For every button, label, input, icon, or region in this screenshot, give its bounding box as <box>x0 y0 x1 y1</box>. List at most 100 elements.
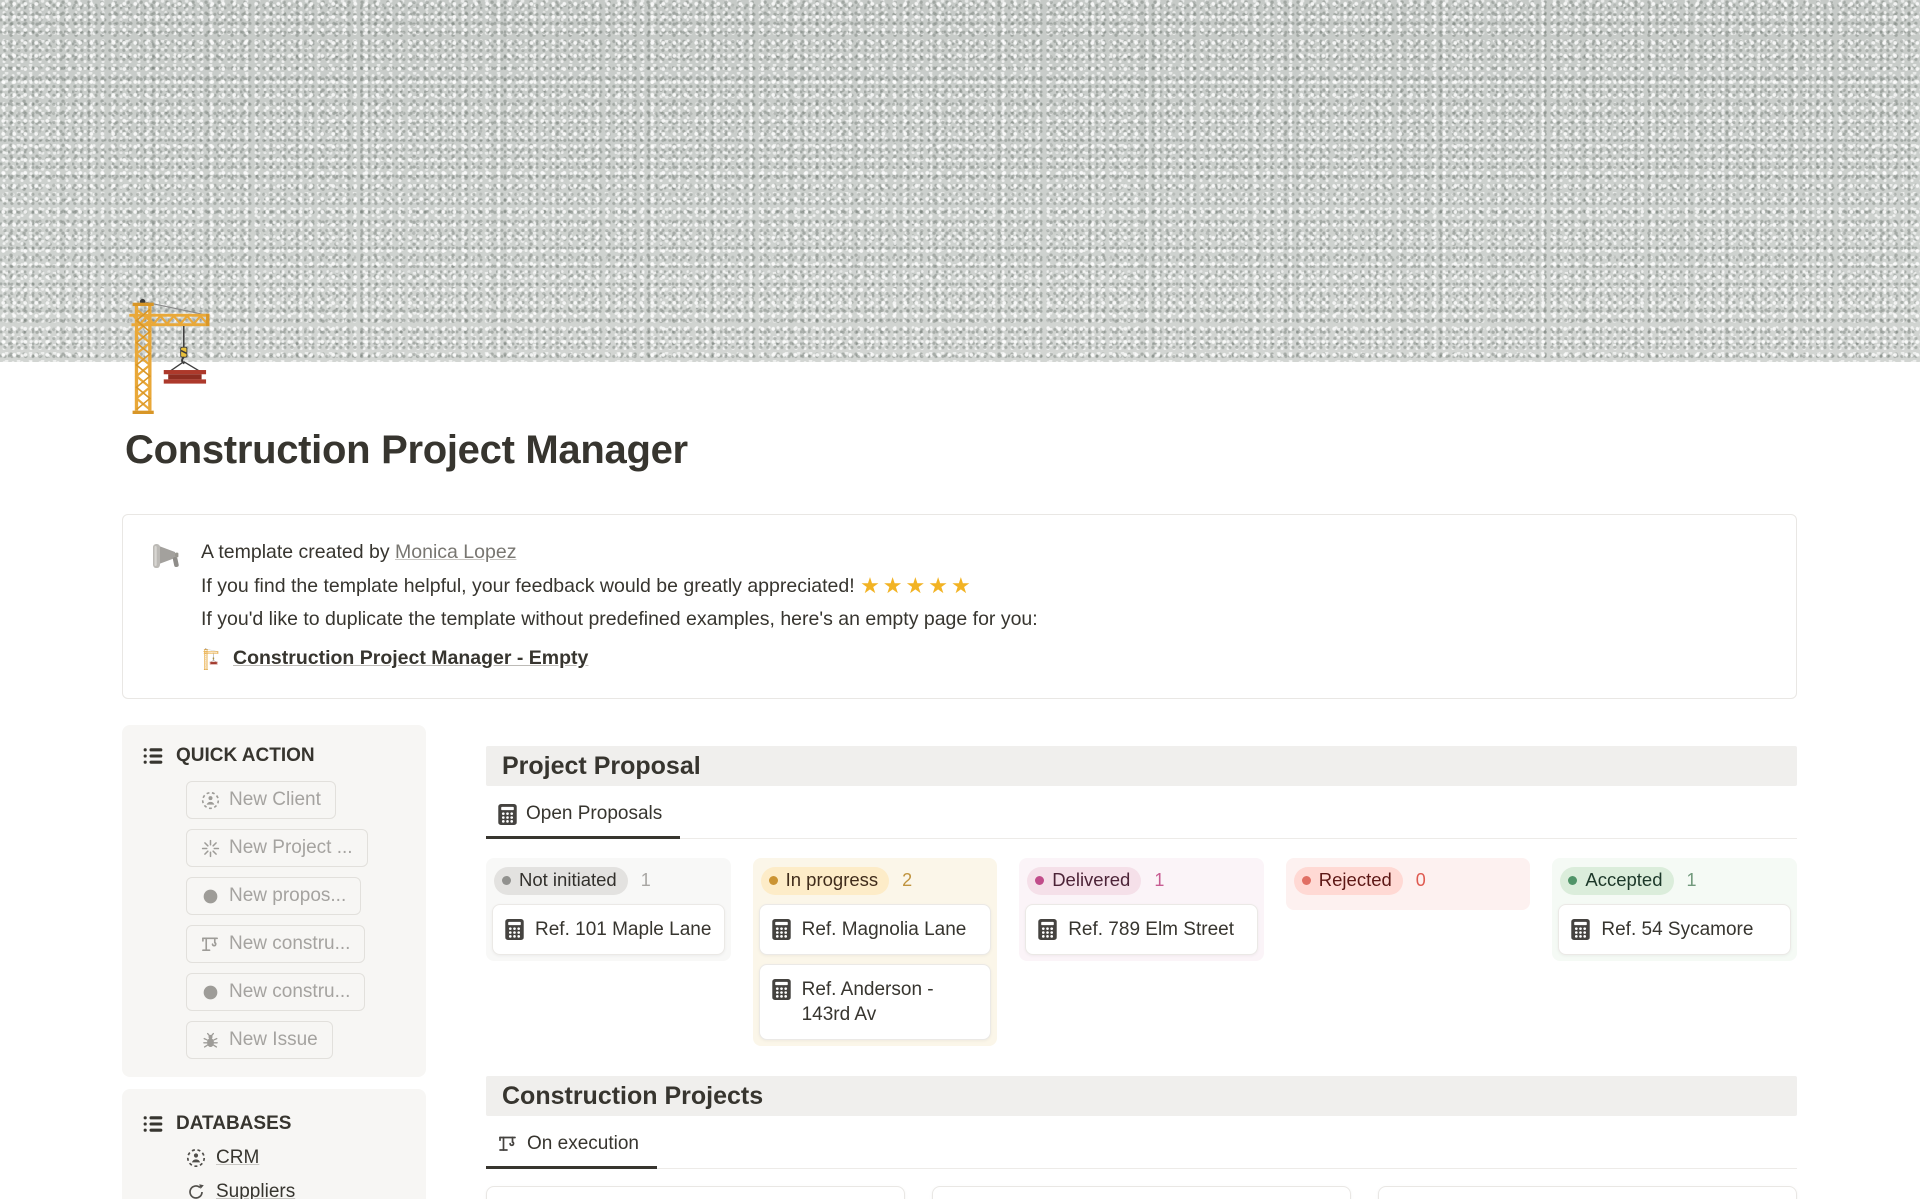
burst-icon <box>201 839 220 858</box>
column-header[interactable]: Not initiated 1 <box>492 864 725 904</box>
quick-action-header: QUICK ACTION <box>142 745 416 767</box>
button-label: New Project ... <box>229 836 353 860</box>
refresh-icon <box>186 1182 206 1199</box>
databases-header: DATABASES <box>142 1113 416 1135</box>
tab-open-proposals[interactable]: Open Proposals <box>486 794 680 839</box>
status-dot-icon <box>769 876 778 885</box>
column-count: 0 <box>1416 870 1426 891</box>
status-label: Delivered <box>1052 871 1130 890</box>
project-card-partial[interactable] <box>486 1186 905 1199</box>
main-content: Project Proposal Open Proposals Not init… <box>486 725 1797 1199</box>
tab-on-execution[interactable]: On execution <box>486 1124 657 1169</box>
new-client-button[interactable]: New Client <box>186 781 336 819</box>
section-heading-construction-projects: Construction Projects <box>486 1076 1797 1116</box>
database-label: CRM <box>216 1147 259 1169</box>
person-dashed-circle-icon <box>186 1148 206 1168</box>
proposal-card[interactable]: Ref. 101 Maple Lane <box>492 904 725 955</box>
crane-page-icon <box>201 648 223 670</box>
calculator-icon <box>498 804 517 825</box>
person-dashed-circle-icon <box>201 791 220 810</box>
project-card-partial[interactable] <box>932 1186 1351 1199</box>
kanban-column-in-progress: In progress 2 Ref. Magnolia Lane Ref. An… <box>753 858 998 1046</box>
kanban-column-delivered: Delivered 1 Ref. 789 Elm Street <box>1019 858 1264 961</box>
status-label: Rejected <box>1319 871 1392 890</box>
project-card-partial[interactable] <box>1378 1186 1797 1199</box>
status-label: In progress <box>786 871 879 890</box>
card-title: Ref. 789 Elm Street <box>1068 917 1234 942</box>
new-construction-button-2[interactable]: New constru... <box>186 973 365 1011</box>
crane-glyph-icon <box>498 1134 518 1154</box>
button-label: New Issue <box>229 1028 318 1052</box>
column-count: 2 <box>902 870 912 891</box>
notion-page: Construction Project Manager A template … <box>0 0 1920 1199</box>
database-link-suppliers[interactable]: Suppliers <box>186 1181 416 1199</box>
sidebar: QUICK ACTION New Client New Project ... … <box>122 725 426 1199</box>
proposal-card[interactable]: Ref. Magnolia Lane <box>759 904 992 955</box>
status-dot-icon <box>1035 876 1044 885</box>
kanban-column-not-initiated: Not initiated 1 Ref. 101 Maple Lane <box>486 858 731 961</box>
button-label: New propos... <box>229 884 346 908</box>
button-label: New Client <box>229 788 321 812</box>
databases-title: DATABASES <box>176 1113 291 1135</box>
projects-tabrow: On execution <box>486 1124 1797 1169</box>
column-count: 1 <box>1687 870 1697 891</box>
new-issue-button[interactable]: New Issue <box>186 1021 333 1059</box>
proposal-tabrow: Open Proposals <box>486 794 1797 839</box>
created-by-text: A template created by <box>201 541 395 563</box>
proposal-card[interactable]: Ref. Anderson - 143rd Av <box>759 964 992 1040</box>
duplicate-line: If you'd like to duplicate the template … <box>201 603 1038 636</box>
status-label: Not initiated <box>519 871 617 890</box>
status-badge: Accepted <box>1560 867 1673 895</box>
card-title: Ref. Magnolia Lane <box>802 917 967 942</box>
status-dot-icon <box>1302 876 1311 885</box>
page-title: Construction Project Manager <box>125 426 1920 474</box>
status-badge: In progress <box>761 867 890 895</box>
card-title: Ref. Anderson - 143rd Av <box>802 977 979 1027</box>
status-badge: Rejected <box>1294 867 1403 895</box>
status-dot-icon <box>502 876 511 885</box>
proposal-kanban-board: Not initiated 1 Ref. 101 Maple Lane In p… <box>486 858 1797 1046</box>
status-dot-icon <box>1568 876 1577 885</box>
list-icon <box>142 745 164 767</box>
quick-action-panel: QUICK ACTION New Client New Project ... … <box>122 725 426 1077</box>
tab-label: Open Proposals <box>526 803 662 825</box>
column-header[interactable]: Accepted 1 <box>1558 864 1791 904</box>
filled-circle-icon <box>201 983 220 1002</box>
status-badge: Delivered <box>1027 867 1141 895</box>
column-header[interactable]: Rejected 0 <box>1292 864 1525 904</box>
proposal-card[interactable]: Ref. 54 Sycamore <box>1558 904 1791 955</box>
column-header[interactable]: Delivered 1 <box>1025 864 1258 904</box>
cover-image <box>0 0 1920 362</box>
empty-page-link[interactable]: Construction Project Manager - Empty <box>233 642 588 675</box>
column-count: 1 <box>641 870 651 891</box>
calculator-icon <box>772 979 791 1000</box>
card-title: Ref. 101 Maple Lane <box>535 917 711 942</box>
megaphone-icon <box>149 536 183 675</box>
list-icon <box>142 1113 164 1135</box>
new-construction-button[interactable]: New constru... <box>186 925 365 963</box>
template-callout: A template created by Monica Lopez If yo… <box>122 514 1797 699</box>
created-by-line: A template created by Monica Lopez <box>201 536 1038 569</box>
status-badge: Not initiated <box>494 867 628 895</box>
button-label: New constru... <box>229 980 350 1004</box>
new-project-button[interactable]: New Project ... <box>186 829 368 867</box>
tab-label: On execution <box>527 1133 639 1155</box>
author-link[interactable]: Monica Lopez <box>395 541 516 563</box>
column-header[interactable]: In progress 2 <box>759 864 992 904</box>
proposal-card[interactable]: Ref. 789 Elm Street <box>1025 904 1258 955</box>
page-icon-crane[interactable] <box>118 296 234 414</box>
filled-circle-icon <box>201 887 220 906</box>
new-proposal-button[interactable]: New propos... <box>186 877 361 915</box>
feedback-text: If you find the template helpful, your f… <box>201 575 860 597</box>
kanban-column-rejected: Rejected 0 <box>1286 858 1531 910</box>
star-rating-icons: ★★★★★ <box>860 573 974 598</box>
crane-glyph-icon <box>201 935 220 954</box>
status-label: Accepted <box>1585 871 1662 890</box>
empty-page-link-row: Construction Project Manager - Empty <box>201 642 1038 675</box>
calculator-icon <box>772 919 791 940</box>
calculator-icon <box>505 919 524 940</box>
card-title: Ref. 54 Sycamore <box>1601 917 1753 942</box>
button-label: New constru... <box>229 932 350 956</box>
projects-card-row <box>486 1186 1797 1199</box>
database-link-crm[interactable]: CRM <box>186 1147 416 1169</box>
